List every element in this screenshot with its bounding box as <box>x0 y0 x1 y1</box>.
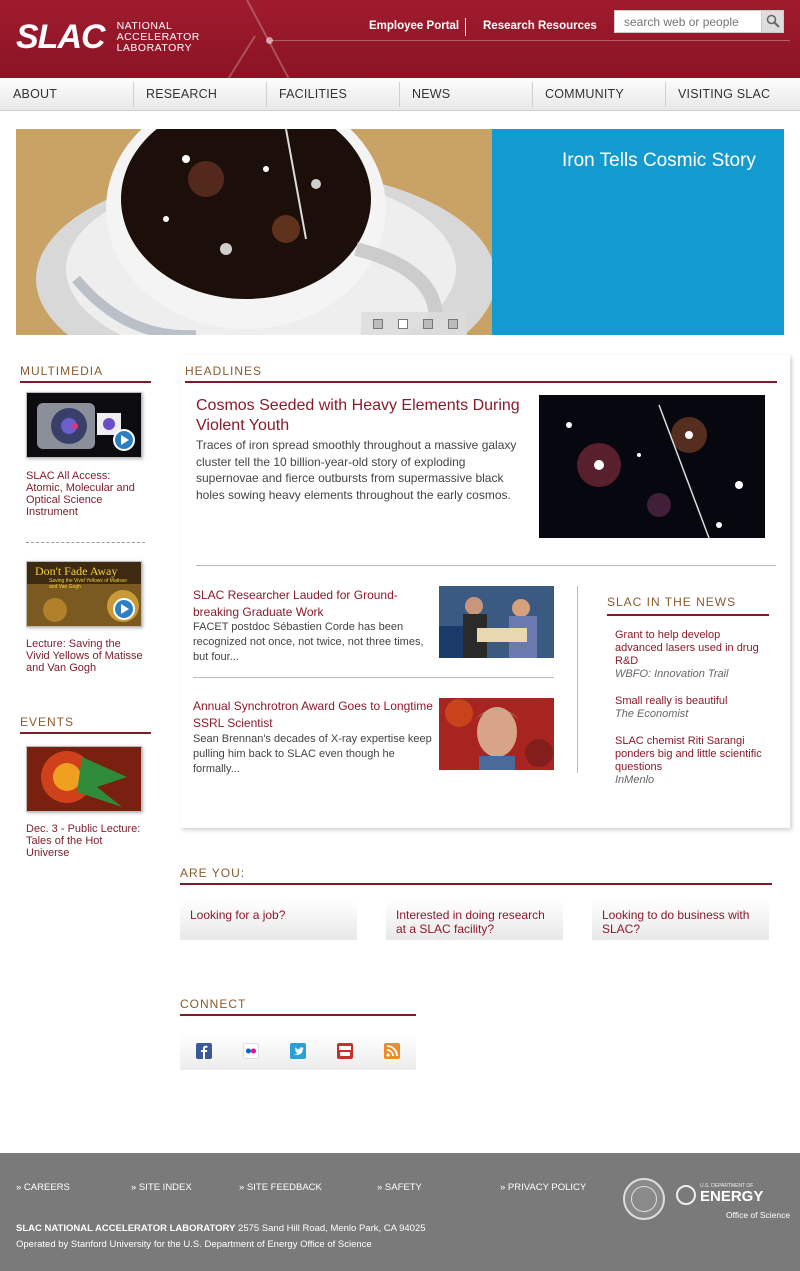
connect-heading: CONNECT <box>180 997 247 1011</box>
in-the-news-heading: SLAC IN THE NEWS <box>607 595 737 609</box>
hero-title[interactable]: Iron Tells Cosmic Story <box>562 149 762 173</box>
thumb-subtitle: Saving the Vivid Yellows of Matisse and … <box>49 578 128 590</box>
search-button[interactable] <box>761 11 783 32</box>
story-image-1[interactable] <box>439 586 554 658</box>
header-decor-dot <box>266 37 273 44</box>
divider <box>193 677 554 678</box>
footer-careers-link[interactable]: » CAREERS <box>16 1182 70 1193</box>
event-thumb-1[interactable] <box>26 746 142 812</box>
logo-mark: SLAC <box>16 18 106 56</box>
footer-address: SLAC NATIONAL ACCELERATOR LABORATORY 257… <box>16 1223 426 1234</box>
section-rule <box>185 381 777 383</box>
nav-facilities[interactable]: FACILITIES <box>279 78 347 111</box>
employee-portal-link[interactable]: Employee Portal <box>369 20 459 32</box>
site-footer: » CAREERS » SITE INDEX » SITE FEEDBACK »… <box>0 1153 800 1271</box>
story-image-2[interactable] <box>439 698 554 770</box>
multimedia-heading: MULTIMEDIA <box>20 364 104 378</box>
nav-divider <box>399 82 400 107</box>
search-box <box>614 10 784 33</box>
are-you-heading: ARE YOU: <box>180 866 246 880</box>
play-icon <box>113 429 135 451</box>
lead-story-desc: Traces of iron spread smoothly throughou… <box>196 438 517 502</box>
hero-caption-panel[interactable]: Iron Tells Cosmic Story <box>492 129 784 335</box>
site-header: SLAC NATIONAL ACCELERATOR LABORATORY Emp… <box>0 0 800 78</box>
are-you-job-link[interactable]: Looking for a job? <box>180 900 357 940</box>
divider <box>26 542 145 543</box>
carousel-dot-2[interactable] <box>398 319 408 329</box>
lead-story-title[interactable]: Cosmos Seeded with Heavy Elements During… <box>196 396 536 436</box>
carousel-dot-1[interactable] <box>373 319 383 329</box>
story-title-2[interactable]: Annual Synchrotron Award Goes to Longtim… <box>193 698 433 731</box>
divider <box>577 586 578 773</box>
footer-safety-link[interactable]: » SAFETY <box>377 1182 422 1193</box>
events-heading: EVENTS <box>20 715 75 729</box>
flickr-icon[interactable] <box>243 1043 259 1059</box>
thumb-title: Don't Fade Away <box>35 564 118 578</box>
nav-divider <box>532 82 533 107</box>
nav-community[interactable]: COMMUNITY <box>545 78 624 111</box>
news-source-2: The Economist <box>615 708 689 720</box>
story-desc-2: Sean Brennan's decades of X-ray expertis… <box>193 733 432 775</box>
search-icon <box>766 14 780 28</box>
divider <box>196 565 776 566</box>
hero-image[interactable] <box>16 129 492 335</box>
news-link-3[interactable]: SLAC chemist Riti Sarangi ponders big an… <box>615 735 770 774</box>
rss-icon[interactable] <box>384 1043 400 1059</box>
twitter-icon[interactable] <box>290 1043 306 1059</box>
carousel-dot-3[interactable] <box>423 319 433 329</box>
nav-visiting-slac[interactable]: VISITING SLAC <box>678 78 770 111</box>
section-rule <box>20 381 151 383</box>
carousel-pager <box>361 312 467 335</box>
slac-logo[interactable]: SLAC NATIONAL ACCELERATOR LABORATORY <box>16 18 200 57</box>
play-icon <box>113 598 135 620</box>
footer-site-index-link[interactable]: » SITE INDEX <box>131 1182 192 1193</box>
nav-divider <box>665 82 666 107</box>
footer-operated-by: Operated by Stanford University for the … <box>16 1239 372 1250</box>
nav-news[interactable]: NEWS <box>412 78 450 111</box>
carousel-dot-4[interactable] <box>448 319 458 329</box>
lead-story-image[interactable] <box>539 395 765 538</box>
are-you-research-link[interactable]: Interested in doing research at a SLAC f… <box>386 900 563 940</box>
main-nav: ABOUT RESEARCH FACILITIES NEWS COMMUNITY… <box>0 78 800 111</box>
footer-site-feedback-link[interactable]: » SITE FEEDBACK <box>239 1182 322 1193</box>
section-rule <box>607 614 769 616</box>
multimedia-thumb-2[interactable]: Don't Fade Away Saving the Vivid Yellows… <box>26 561 142 627</box>
youtube-icon[interactable] <box>337 1043 353 1059</box>
nav-divider <box>266 82 267 107</box>
section-rule <box>20 732 151 734</box>
event-caption-1[interactable]: Dec. 3 - Public Lecture: Tales of the Ho… <box>26 823 146 859</box>
social-links <box>180 1034 416 1070</box>
header-decor-line <box>222 35 256 78</box>
nav-about[interactable]: ABOUT <box>13 78 57 111</box>
multimedia-thumb-1[interactable] <box>26 392 142 458</box>
facebook-icon[interactable] <box>196 1043 212 1059</box>
news-link-1[interactable]: Grant to help develop advanced lasers us… <box>615 629 770 668</box>
story-title-1[interactable]: SLAC Researcher Lauded for Ground-breaki… <box>193 587 433 620</box>
research-resources-link[interactable]: Research Resources <box>483 20 597 32</box>
logo-text: NATIONAL ACCELERATOR LABORATORY <box>116 20 200 54</box>
nav-divider <box>133 82 134 107</box>
news-source-1: WBFO: Innovation Trail <box>615 668 729 680</box>
nav-research[interactable]: RESEARCH <box>146 78 217 111</box>
stanford-seal-logo[interactable] <box>623 1178 665 1220</box>
news-link-2[interactable]: Small really is beautiful <box>615 695 770 708</box>
section-rule <box>180 1014 416 1016</box>
doe-seal-icon <box>676 1185 696 1205</box>
are-you-business-link[interactable]: Looking to do business with SLAC? <box>592 900 769 940</box>
headlines-heading: HEADLINES <box>185 364 263 378</box>
multimedia-caption-1[interactable]: SLAC All Access: Atomic, Molecular and O… <box>26 470 146 518</box>
news-source-3: InMenlo <box>615 774 655 786</box>
footer-privacy-policy-link[interactable]: » PRIVACY POLICY <box>500 1182 586 1193</box>
section-rule <box>180 883 772 885</box>
search-input[interactable] <box>615 11 761 32</box>
multimedia-caption-2[interactable]: Lecture: Saving the Vivid Yellows of Mat… <box>26 638 146 674</box>
divider <box>465 18 466 36</box>
hero-carousel: Iron Tells Cosmic Story <box>16 129 784 335</box>
story-desc-1: FACET postdoc Sébastien Corde has been r… <box>193 621 424 663</box>
header-decor-line <box>270 40 790 41</box>
